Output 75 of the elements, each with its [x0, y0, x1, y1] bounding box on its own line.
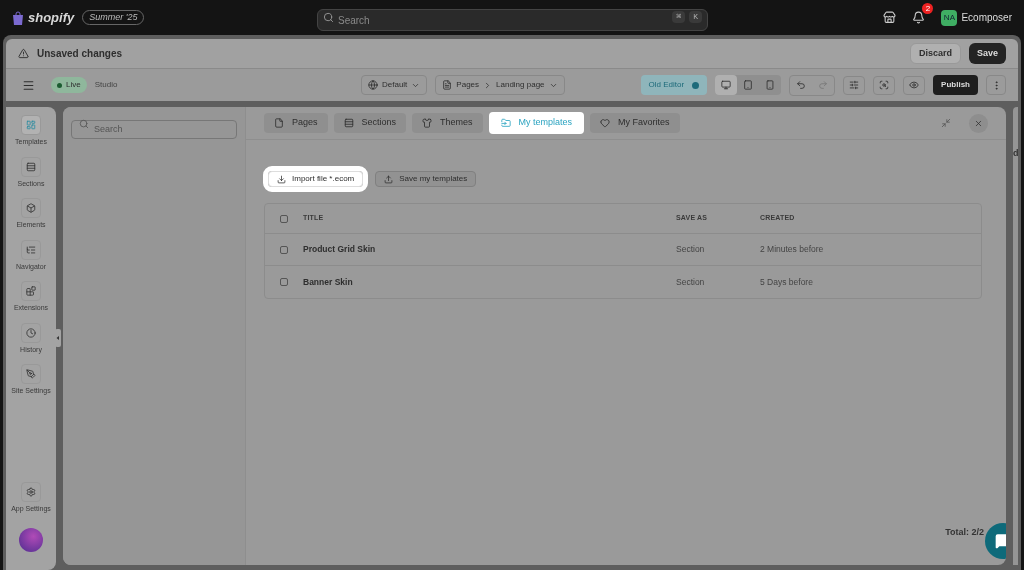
templates-icon	[26, 120, 36, 130]
category-tab[interactable]: My templates	[488, 112, 585, 134]
sliders-icon	[849, 80, 860, 90]
settings-button[interactable]	[843, 75, 866, 95]
background-panel: d	[1013, 107, 1018, 565]
save-button[interactable]: Save	[968, 43, 1006, 64]
old-editor-toggle[interactable]: Old Editor	[640, 75, 708, 95]
publish-button[interactable]: Publish	[933, 75, 978, 95]
preview-button[interactable]	[903, 75, 926, 95]
select-all-checkbox[interactable]	[280, 214, 288, 223]
inspect-button[interactable]	[873, 75, 896, 95]
collapse-handle[interactable]	[55, 329, 61, 347]
page-dropdown[interactable]: Pages Landing page	[435, 75, 565, 95]
studio-label: Studio	[94, 79, 118, 91]
menu-icon[interactable]	[22, 78, 35, 92]
theme-dropdown[interactable]: Default	[361, 75, 428, 95]
category-tab[interactable]: Pages	[264, 113, 328, 133]
phone-icon	[765, 80, 776, 90]
upload-icon	[384, 174, 394, 184]
page-icon	[442, 80, 453, 90]
globe-icon	[368, 80, 378, 90]
search-icon	[323, 11, 334, 23]
bell-icon[interactable]	[912, 11, 926, 24]
scan-icon	[879, 80, 890, 90]
shirt-icon	[422, 118, 433, 128]
clock-icon	[26, 327, 36, 338]
cube-icon	[26, 203, 36, 213]
assistant-orb[interactable]	[19, 528, 43, 552]
list-icon	[26, 244, 36, 255]
row-checkbox[interactable]	[280, 245, 288, 254]
page-icon	[274, 118, 284, 128]
heart-icon	[600, 118, 611, 128]
gear-icon	[26, 486, 36, 497]
category-tab[interactable]: My Favorites	[590, 113, 680, 133]
notification-badge: 2	[922, 3, 934, 14]
unsaved-title: Unsaved changes	[37, 47, 123, 61]
folder-icon	[500, 118, 511, 128]
table-cell: 5 Days before	[760, 275, 813, 289]
table-cell-text: Banner Skin	[303, 275, 354, 289]
total-count: Total: 2/2	[945, 525, 984, 539]
redo-icon	[818, 80, 829, 90]
search-icon	[79, 119, 89, 129]
close-button[interactable]	[969, 113, 988, 133]
search-field[interactable]: Search	[71, 119, 237, 139]
eye-icon	[909, 80, 920, 90]
discard-button[interactable]: Discard	[909, 43, 961, 64]
device-button[interactable]	[715, 75, 738, 95]
row-checkbox[interactable]	[280, 278, 288, 286]
rows-icon	[26, 161, 36, 172]
table-cell-text: Section	[676, 275, 706, 289]
shopping-bag-icon	[12, 10, 24, 25]
close-icon	[974, 118, 983, 128]
table-cell-text: Section	[676, 243, 706, 256]
download-icon	[277, 174, 286, 184]
table-cell: 2 Minutes before	[760, 243, 824, 256]
store-name: Ecomposer	[961, 11, 1012, 25]
pen-icon	[26, 369, 36, 379]
breadcrumb-item: Landing page	[496, 79, 545, 91]
minimize-icon[interactable]	[941, 118, 951, 128]
undo-icon	[796, 80, 807, 90]
breadcrumb-item: Pages	[456, 79, 480, 91]
warning-icon	[18, 48, 29, 59]
category-tab[interactable]: Themes	[412, 113, 483, 133]
brand-name: shopify	[28, 8, 75, 27]
more-button[interactable]	[986, 75, 1006, 95]
save-templates-button[interactable]: Save my templates	[375, 171, 477, 187]
blocks-icon	[26, 286, 36, 296]
monitor-icon	[721, 80, 732, 90]
live-badge: Live	[51, 77, 87, 93]
store-icon[interactable]	[883, 11, 897, 24]
table-cell-text: Product Grid Skin	[303, 243, 377, 256]
store-avatar[interactable]: NA	[941, 9, 958, 26]
rows-icon	[343, 118, 354, 128]
category-tab[interactable]: Sections	[333, 113, 407, 133]
tablet-icon	[743, 80, 754, 90]
